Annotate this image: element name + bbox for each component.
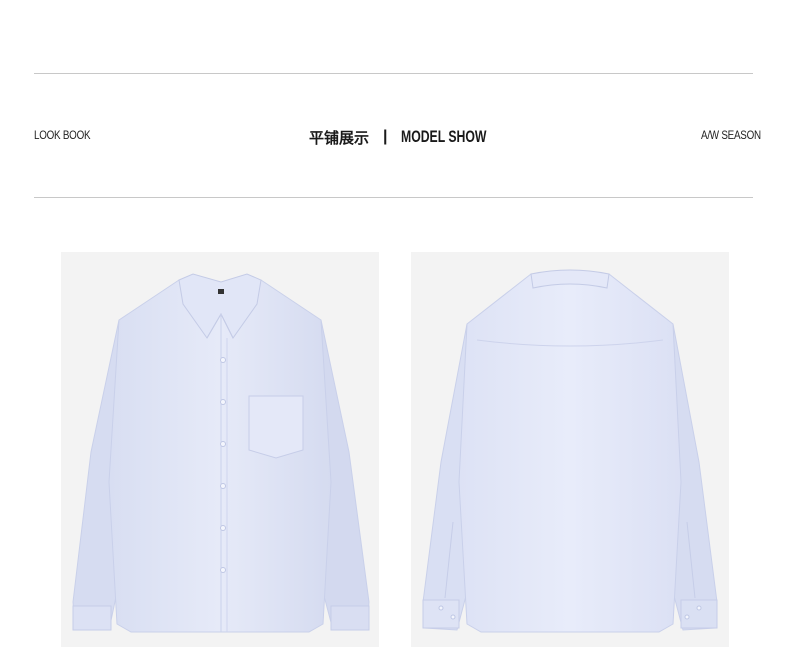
look-book-label: LOOK BOOK: [34, 128, 91, 142]
shirt-back-icon: [422, 269, 718, 633]
shirt-front-image: [61, 252, 379, 647]
section-title: 平铺展示 | MODEL SHOW: [309, 120, 519, 154]
shirt-front-icon: [72, 273, 370, 633]
section-header: LOOK BOOK 平铺展示 | MODEL SHOW A/W SEASON: [0, 120, 790, 154]
top-divider: [34, 73, 753, 74]
bottom-divider: [34, 197, 753, 198]
shirt-back-image: [411, 252, 729, 647]
title-separator: |: [383, 128, 388, 145]
section-title-chinese: 平铺展示: [309, 128, 370, 147]
section-title-english: MODEL SHOW: [400, 127, 486, 146]
season-label: A/W SEASON: [701, 128, 761, 142]
